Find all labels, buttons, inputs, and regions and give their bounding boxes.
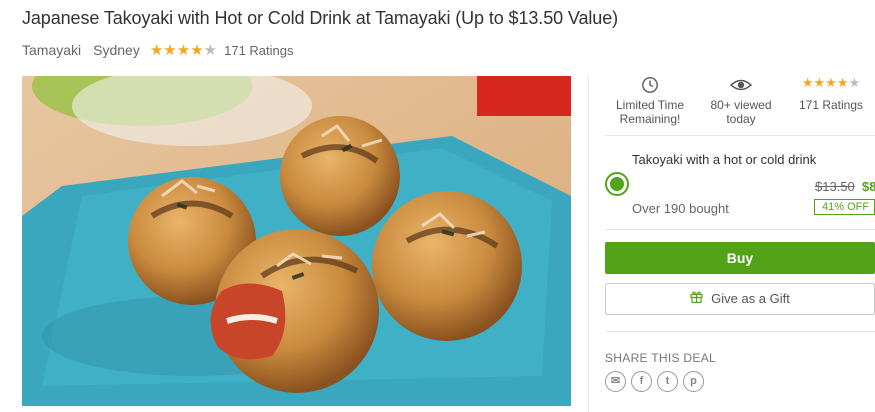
- share-label: SHARE THIS DEAL: [605, 351, 716, 365]
- divider: [605, 331, 875, 332]
- stat-viewed: 80+ viewed today: [697, 76, 785, 126]
- deal-stats: Limited Time Remaining! 80+ viewed today…: [605, 76, 875, 136]
- deal-image[interactable]: [22, 76, 571, 406]
- star-filled-icon: ★: [801, 75, 814, 90]
- bought-count: Over 190 bought: [632, 201, 729, 216]
- eye-icon: [697, 76, 785, 94]
- stat-ratings[interactable]: ★★★★★ 171 Ratings: [787, 76, 875, 112]
- option-radio[interactable]: [605, 172, 629, 196]
- option-title[interactable]: Takoyaki with a hot or cold drink: [632, 152, 816, 167]
- original-price: $13.50: [815, 179, 855, 194]
- takoyaki-photo: [22, 76, 571, 406]
- gift-icon: [690, 284, 703, 314]
- divider: [605, 135, 875, 136]
- deal-subheader: Tamayaki Sydney ★ ★ ★ ★ ★ 171 Ratings: [22, 42, 294, 58]
- deal-title: Japanese Takoyaki with Hot or Cold Drink…: [22, 8, 619, 28]
- clock-icon: [605, 76, 695, 94]
- share-icons: ✉ f t p: [605, 371, 709, 392]
- email-icon[interactable]: ✉: [605, 371, 626, 392]
- star-filled-icon: ★: [813, 75, 826, 90]
- twitter-icon[interactable]: t: [657, 371, 678, 392]
- gift-label: Give as a Gift: [711, 291, 790, 306]
- facebook-icon[interactable]: f: [631, 371, 652, 392]
- stat-line: Remaining!: [619, 112, 681, 126]
- stat-line: today: [726, 112, 756, 126]
- star-filled-icon: ★: [836, 75, 849, 90]
- star-filled-icon: ★: [825, 75, 837, 90]
- stat-line: 80+ viewed: [710, 98, 772, 112]
- location-text: Sydney: [93, 42, 140, 58]
- deal-price: $8: [862, 179, 875, 194]
- stat-line: 171 Ratings: [798, 98, 864, 112]
- stars-icon: ★★★★★: [787, 76, 875, 94]
- ratings-count[interactable]: 171 Ratings: [224, 43, 293, 58]
- rating-stars[interactable]: ★ ★ ★ ★ ★: [150, 43, 217, 58]
- column-divider: [588, 76, 589, 412]
- merchant-link[interactable]: Tamayaki: [22, 42, 81, 58]
- star-filled-icon: ★: [176, 41, 191, 59]
- buy-button[interactable]: Buy: [605, 242, 875, 274]
- give-as-gift-button[interactable]: Give as a Gift: [605, 283, 875, 315]
- star-empty-icon: ★: [203, 41, 218, 59]
- stat-limited-time: Limited Time Remaining!: [605, 76, 695, 126]
- star-filled-icon: ★: [163, 41, 177, 59]
- star-filled-icon: ★: [149, 41, 164, 59]
- discount-badge: 41% OFF: [814, 199, 875, 215]
- star-empty-icon: ★: [848, 75, 861, 90]
- divider: [605, 229, 875, 230]
- stat-line: Limited Time: [615, 98, 685, 112]
- star-filled-icon: ★: [190, 41, 204, 59]
- pinterest-icon[interactable]: p: [683, 371, 704, 392]
